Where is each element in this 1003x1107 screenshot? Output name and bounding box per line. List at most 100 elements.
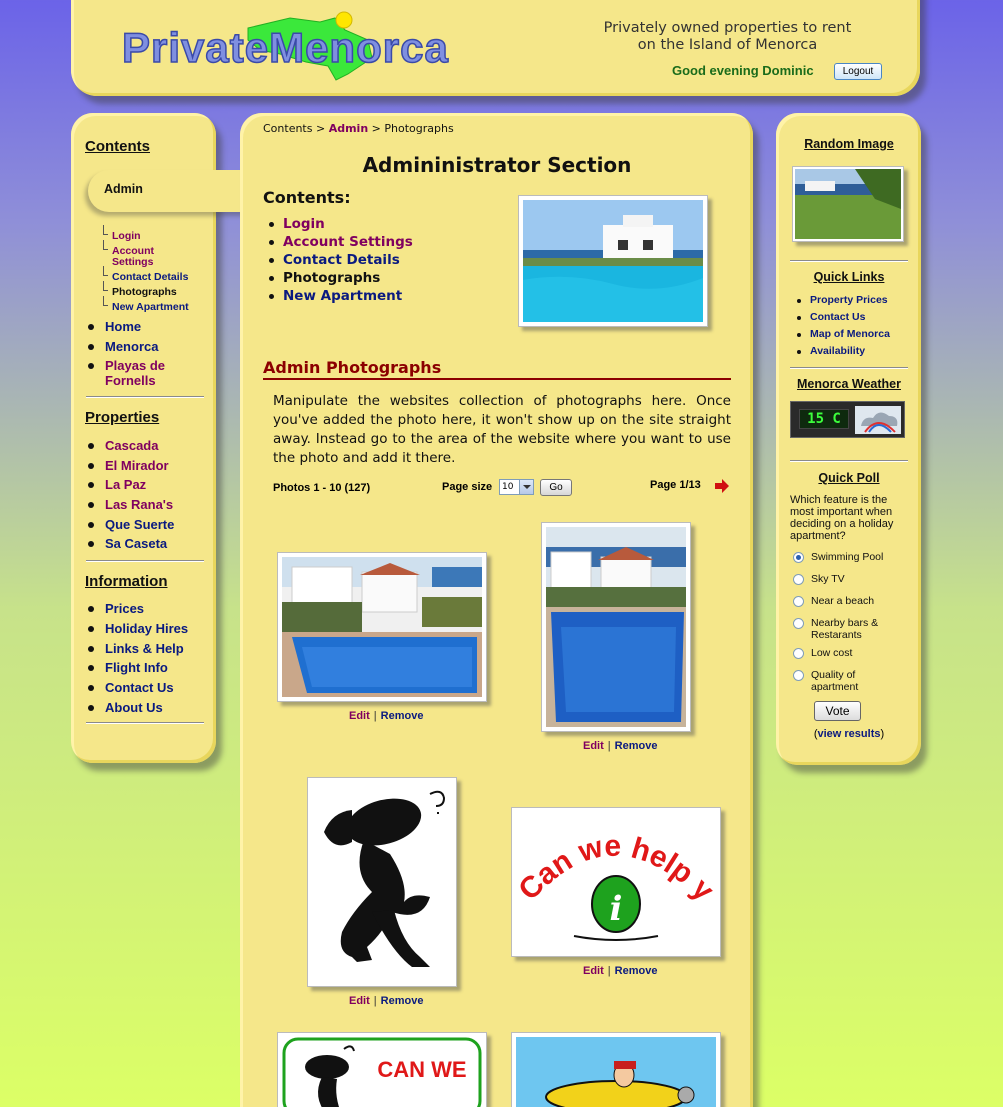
breadcrumb: Contents > Admin > Photographs bbox=[263, 122, 454, 135]
random-image[interactable] bbox=[792, 166, 904, 242]
link-label: Map of Menorca bbox=[810, 328, 890, 340]
logout-button[interactable]: Logout bbox=[834, 63, 882, 80]
bullet-icon bbox=[88, 541, 94, 547]
radio-button-selected[interactable] bbox=[793, 552, 804, 563]
sidebar-item-las-ranas[interactable]: Las Rana's bbox=[86, 497, 173, 512]
admin-tab-label: Admin bbox=[104, 182, 143, 196]
edit-link[interactable]: Edit bbox=[349, 710, 370, 722]
sidebar-item-que-suerte[interactable]: Que Suerte bbox=[86, 517, 174, 532]
sidebar-item-cascada[interactable]: Cascada bbox=[86, 438, 158, 453]
photo-thumbnail[interactable] bbox=[277, 552, 487, 702]
svg-text:i: i bbox=[610, 889, 623, 929]
photo-thumbnail[interactable]: CAN WE bbox=[277, 1032, 487, 1107]
remove-link[interactable]: Remove bbox=[381, 710, 424, 722]
contents-link-photographs[interactable]: Photographs bbox=[268, 270, 380, 286]
sidebar-item-links-help[interactable]: Links & Help bbox=[86, 641, 184, 656]
contents-link-contact-details[interactable]: Contact Details bbox=[268, 252, 400, 268]
photos-count: Photos 1 - 10 (127) bbox=[273, 482, 371, 494]
site-logo[interactable]: PrivateMenorca bbox=[120, 10, 540, 82]
photo-thumbnail[interactable] bbox=[307, 777, 457, 987]
radio-button[interactable] bbox=[793, 618, 804, 629]
poll-question: Which feature is the most important when… bbox=[790, 494, 894, 542]
quick-link-map-of-menorca[interactable]: Map of Menorca bbox=[797, 328, 890, 340]
view-results-link[interactable]: view results bbox=[818, 728, 881, 740]
user-greeting: Good evening Dominic bbox=[672, 63, 814, 78]
edit-link[interactable]: Edit bbox=[349, 995, 370, 1007]
bullet-icon bbox=[797, 333, 801, 337]
quick-link-contact-us[interactable]: Contact Us bbox=[797, 311, 865, 323]
bullet-icon bbox=[88, 363, 94, 369]
poll-option-swimming-pool[interactable]: Swimming Pool bbox=[793, 551, 883, 563]
poll-option-nearby-bars[interactable]: Nearby bars & Restarants bbox=[793, 617, 903, 641]
sidebar-item-home[interactable]: Home bbox=[86, 319, 141, 334]
radio-button[interactable] bbox=[793, 670, 804, 681]
radio-button[interactable] bbox=[793, 648, 804, 659]
view-results: (view results) bbox=[790, 728, 908, 740]
remove-link[interactable]: Remove bbox=[615, 965, 658, 977]
edit-link[interactable]: Edit bbox=[583, 965, 604, 977]
sidebar-item-flight-info[interactable]: Flight Info bbox=[86, 660, 168, 675]
sidebar-item-contact-us[interactable]: Contact Us bbox=[86, 680, 174, 695]
poll-option-low-cost[interactable]: Low cost bbox=[793, 647, 852, 659]
tagline-line-1: Privately owned properties to rent bbox=[603, 20, 852, 36]
go-button[interactable]: Go bbox=[540, 479, 572, 496]
vote-button[interactable]: Vote bbox=[814, 701, 861, 721]
link-label: Property Prices bbox=[810, 294, 888, 306]
nav-label: Menorca bbox=[105, 339, 159, 354]
sidebar-sublink-new-apartment[interactable]: New Apartment bbox=[103, 296, 189, 313]
sidebar-sublink-photographs[interactable]: Photographs bbox=[103, 281, 177, 298]
sidebar-item-menorca[interactable]: Menorca bbox=[86, 339, 158, 354]
random-landscape-image bbox=[795, 169, 901, 239]
admin-tab[interactable]: Admin bbox=[88, 170, 248, 212]
sidebar-item-prices[interactable]: Prices bbox=[86, 601, 144, 616]
contents-link-new-apartment[interactable]: New Apartment bbox=[268, 288, 402, 304]
breadcrumb-contents[interactable]: Contents bbox=[263, 122, 312, 135]
next-page-arrow-icon[interactable] bbox=[715, 479, 729, 493]
sidebar-item-playas-de-fornells[interactable]: Playas de Fornells bbox=[86, 358, 196, 388]
intro-text: Manipulate the websites collection of ph… bbox=[273, 393, 731, 466]
photo-thumbnail[interactable] bbox=[511, 1032, 721, 1107]
option-label: Swimming Pool bbox=[811, 551, 884, 563]
contents-link-account-settings[interactable]: Account Settings bbox=[268, 234, 413, 250]
bullet-icon bbox=[88, 502, 94, 508]
sidebar-sublink-contact-details[interactable]: Contact Details bbox=[103, 266, 188, 283]
photo-thumbnail[interactable]: Can we help you! i bbox=[511, 807, 721, 957]
sidebar-item-sa-caseta[interactable]: Sa Caseta bbox=[86, 536, 167, 551]
contents-heading: Contents: bbox=[263, 188, 351, 207]
link-label: Photographs bbox=[283, 270, 381, 286]
bullet-icon bbox=[88, 685, 94, 691]
remove-link[interactable]: Remove bbox=[381, 995, 424, 1007]
poll-option-quality[interactable]: Quality of apartment bbox=[793, 669, 893, 693]
contents-title[interactable]: Contents bbox=[85, 138, 150, 155]
sidebar-sublink-login[interactable]: Login bbox=[103, 225, 141, 242]
radio-button[interactable] bbox=[793, 596, 804, 607]
quick-link-availability[interactable]: Availability bbox=[797, 345, 865, 357]
quick-link-property-prices[interactable]: Property Prices bbox=[797, 294, 888, 306]
sidebar-item-about-us[interactable]: About Us bbox=[86, 700, 163, 715]
sidebar-item-la-paz[interactable]: La Paz bbox=[86, 477, 146, 492]
action-separator: | bbox=[373, 710, 377, 722]
sidebar-item-holiday-hires[interactable]: Holiday Hires bbox=[86, 621, 188, 636]
site-tagline: Privately owned properties to rent on th… bbox=[590, 20, 865, 54]
breadcrumb-admin[interactable]: Admin bbox=[329, 122, 368, 135]
sublink-label: Account Settings bbox=[112, 245, 154, 268]
photo-thumbnail[interactable] bbox=[541, 522, 691, 732]
sidebar-sublink-account-settings[interactable]: Account Settings bbox=[103, 240, 175, 268]
nav-label: Sa Caseta bbox=[105, 536, 168, 551]
tree-branch-icon bbox=[103, 296, 108, 306]
poll-option-near-beach[interactable]: Near a beach bbox=[793, 595, 874, 607]
page-size-select[interactable]: 10 bbox=[499, 479, 534, 495]
contents-link-login[interactable]: Login bbox=[268, 216, 325, 232]
remove-link[interactable]: Remove bbox=[615, 740, 658, 752]
sidebar-item-el-mirador[interactable]: El Mirador bbox=[86, 458, 169, 473]
sidebar-divider bbox=[86, 560, 204, 562]
edit-link[interactable]: Edit bbox=[583, 740, 604, 752]
photo-actions: Edit | Remove bbox=[349, 710, 423, 722]
bullet-icon bbox=[269, 222, 274, 227]
radio-button[interactable] bbox=[793, 574, 804, 585]
link-label: Contact Us bbox=[810, 311, 866, 323]
link-label: Availability bbox=[810, 345, 866, 357]
nav-label: Flight Info bbox=[105, 660, 168, 675]
poll-option-sky-tv[interactable]: Sky TV bbox=[793, 573, 845, 585]
weather-widget[interactable]: 15 C bbox=[790, 401, 905, 438]
